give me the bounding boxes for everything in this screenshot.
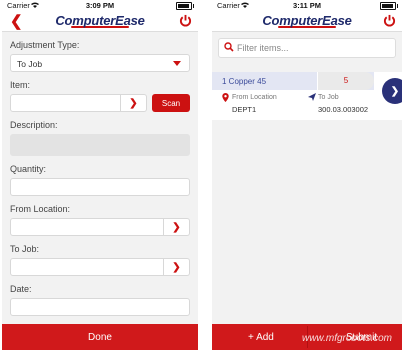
to-job-input[interactable] bbox=[10, 258, 164, 276]
scan-button[interactable]: Scan bbox=[152, 94, 190, 112]
from-location-chevron-icon[interactable]: ❯ bbox=[164, 218, 190, 236]
to-job-label: To Job: bbox=[10, 244, 40, 254]
status-time: 3:09 PM bbox=[85, 1, 115, 10]
adjustment-type-select[interactable]: To Job bbox=[10, 54, 190, 72]
from-location-input[interactable] bbox=[10, 218, 164, 236]
status-bar: Carrier 3:09 PM bbox=[2, 0, 198, 11]
left-phone-screen: Carrier 3:09 PM ❮ ComputerEase Adjustmen… bbox=[2, 0, 198, 350]
from-location-label: From Location: bbox=[10, 204, 71, 214]
watermark: www.mfgrobots.com bbox=[301, 333, 392, 344]
to-job-row: ❯ bbox=[10, 258, 190, 276]
to-job-chevron-icon[interactable]: ❯ bbox=[164, 258, 190, 276]
navigation-bar: ComputerEase bbox=[212, 11, 402, 32]
quantity-label: Quantity: bbox=[10, 164, 47, 174]
from-location-value: DEPT1 bbox=[232, 105, 257, 114]
action-bar: + Add Submit www.mfgrobots.com bbox=[212, 324, 402, 350]
date-input[interactable] bbox=[10, 298, 190, 316]
filter-input[interactable]: Filter items... bbox=[218, 38, 396, 58]
adjustment-form: Adjustment Type: To Job Item: ❯ Scan Des… bbox=[2, 32, 198, 316]
list-item-header: 1 Copper 45 5 bbox=[212, 72, 374, 90]
quantity-input[interactable] bbox=[10, 178, 190, 196]
power-icon[interactable] bbox=[383, 14, 396, 27]
status-time: 3:11 PM bbox=[293, 1, 321, 10]
to-job-label: To Job bbox=[318, 94, 339, 101]
date-label: Date: bbox=[10, 284, 32, 294]
item-detail-arrow-icon[interactable]: ❯ bbox=[382, 78, 402, 104]
status-bar: Carrier 3:11 PM bbox=[212, 0, 402, 11]
dropdown-caret-icon bbox=[173, 61, 181, 66]
app-logo: ComputerEase bbox=[262, 13, 352, 28]
item-quantity: 5 bbox=[317, 72, 374, 90]
item-lookup-chevron-icon[interactable]: ❯ bbox=[121, 94, 147, 112]
search-icon bbox=[224, 42, 234, 52]
done-button-label: Done bbox=[88, 332, 112, 343]
item-label: Item: bbox=[10, 80, 31, 90]
to-job-value: 300.03.003002 bbox=[318, 105, 369, 114]
filter-placeholder: Filter items... bbox=[237, 43, 289, 53]
add-button[interactable]: + Add bbox=[248, 332, 274, 343]
item-name: 1 Copper 45 bbox=[222, 77, 267, 86]
description-field bbox=[10, 134, 190, 156]
battery-icon bbox=[176, 2, 194, 10]
battery-icon bbox=[380, 2, 398, 10]
power-icon[interactable] bbox=[179, 14, 192, 27]
right-phone-screen: Carrier 3:11 PM ComputerEase Filter item… bbox=[212, 0, 402, 350]
from-location-row: ❯ bbox=[10, 218, 190, 236]
done-button[interactable]: Done bbox=[2, 324, 198, 350]
list-item[interactable]: 1 Copper 45 5 From Location DEPT1 To Job… bbox=[212, 72, 402, 120]
from-location-label: From Location bbox=[232, 94, 277, 101]
item-input[interactable] bbox=[10, 94, 121, 112]
navigation-bar: ❮ ComputerEase bbox=[2, 11, 198, 32]
description-label: Description: bbox=[10, 120, 58, 130]
adjustment-type-label: Adjustment Type: bbox=[10, 40, 80, 50]
app-logo: ComputerEase bbox=[55, 13, 145, 28]
send-arrow-icon bbox=[308, 93, 316, 101]
item-row: ❯ Scan bbox=[10, 94, 190, 112]
adjustment-type-value: To Job bbox=[17, 59, 43, 69]
location-pin-icon bbox=[222, 93, 229, 102]
